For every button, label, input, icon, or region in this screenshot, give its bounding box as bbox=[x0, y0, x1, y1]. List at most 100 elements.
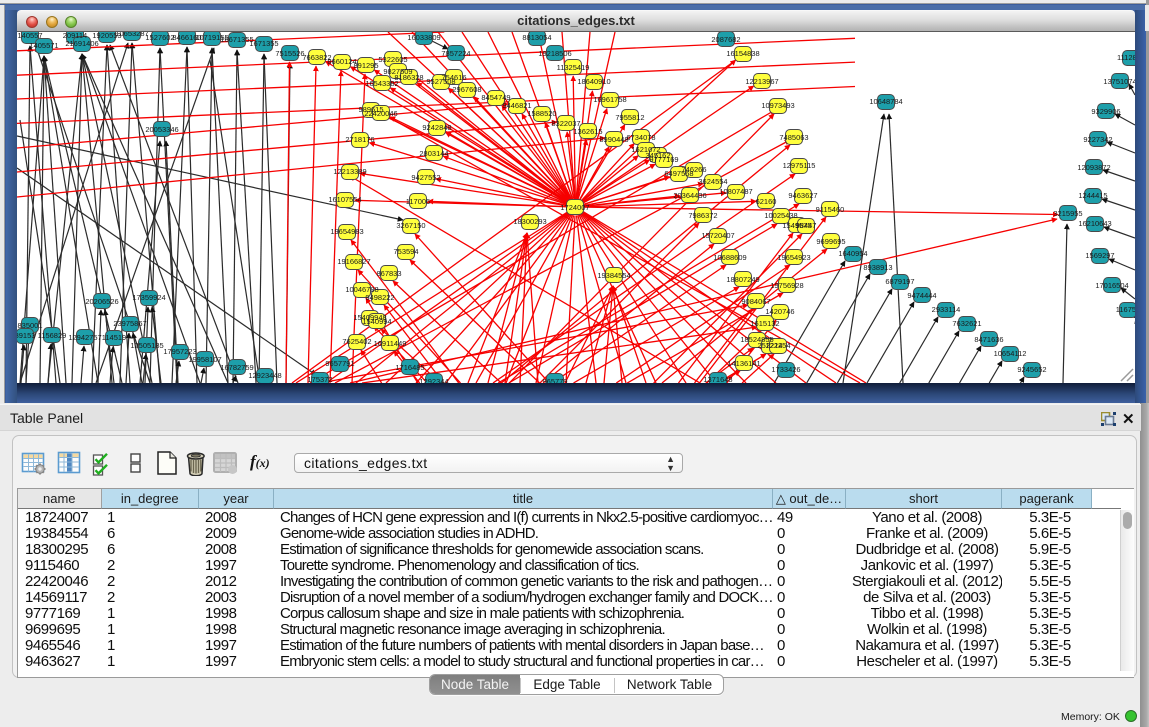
svg-text:8938913: 8938913 bbox=[863, 263, 892, 272]
svg-text:7515526: 7515526 bbox=[275, 49, 304, 58]
svg-text:19756928: 19756928 bbox=[770, 281, 803, 290]
svg-text:2933114: 2933114 bbox=[932, 305, 961, 314]
svg-text:2967608: 2967608 bbox=[452, 85, 481, 94]
svg-text:1405571: 1405571 bbox=[29, 41, 58, 50]
svg-text:8471636: 8471636 bbox=[974, 335, 1003, 344]
svg-text:12923448: 12923448 bbox=[248, 371, 281, 380]
svg-text:9115460: 9115460 bbox=[816, 205, 845, 214]
svg-text:16911449: 16911449 bbox=[374, 339, 407, 348]
svg-text:3267150: 3267150 bbox=[396, 221, 425, 230]
svg-text:20053346: 20053346 bbox=[145, 125, 178, 134]
svg-text:7955812: 7955812 bbox=[615, 113, 644, 122]
svg-text:8990448: 8990448 bbox=[599, 135, 628, 144]
svg-text:19166827: 19166827 bbox=[337, 257, 370, 266]
svg-text:17016504: 17016504 bbox=[1095, 281, 1128, 290]
svg-text:12213389: 12213389 bbox=[333, 167, 366, 176]
svg-text:891295: 891295 bbox=[353, 61, 378, 70]
svg-text:11325419: 11325419 bbox=[557, 63, 590, 72]
svg-text:14136141: 14136141 bbox=[727, 359, 760, 368]
svg-text:8660124: 8660124 bbox=[327, 57, 356, 66]
svg-text:2718176: 2718176 bbox=[345, 135, 374, 144]
svg-text:8186328: 8186328 bbox=[394, 73, 423, 82]
svg-text:18640910: 18640910 bbox=[577, 77, 610, 86]
svg-text:5322605: 5322605 bbox=[378, 55, 407, 64]
svg-text:1716485: 1716485 bbox=[395, 363, 424, 372]
svg-text:1588520: 1588520 bbox=[527, 109, 556, 118]
svg-text:19218506: 19218506 bbox=[538, 49, 571, 58]
svg-text:16033809: 16033809 bbox=[407, 33, 440, 42]
svg-text:867833: 867833 bbox=[376, 269, 401, 278]
svg-text:1671355: 1671355 bbox=[249, 39, 278, 48]
svg-text:12213967: 12213967 bbox=[745, 77, 778, 86]
svg-text:9329906: 9329906 bbox=[1091, 107, 1120, 116]
svg-text:9474444: 9474444 bbox=[907, 291, 936, 300]
svg-text:746266: 746266 bbox=[681, 165, 706, 174]
svg-text:10654112: 10654112 bbox=[994, 349, 1027, 358]
svg-text:9227342: 9227342 bbox=[1083, 135, 1112, 144]
svg-text:1112840: 1112840 bbox=[1117, 53, 1135, 62]
svg-text:22420046: 22420046 bbox=[364, 109, 397, 118]
svg-text:140557: 140557 bbox=[17, 32, 42, 40]
svg-text:7485063: 7485063 bbox=[779, 133, 808, 142]
svg-text:16107554: 16107554 bbox=[328, 195, 361, 204]
svg-text:1733426: 1733426 bbox=[771, 365, 800, 374]
svg-text:1527602: 1527602 bbox=[145, 33, 174, 42]
svg-text:20206526: 20206526 bbox=[85, 297, 118, 306]
svg-text:10025438: 10025438 bbox=[764, 211, 797, 220]
svg-text:1540994: 1540994 bbox=[362, 317, 391, 326]
svg-text:16210643: 16210643 bbox=[1078, 219, 1111, 228]
svg-text:19384554: 19384554 bbox=[597, 271, 630, 280]
svg-text:2087682: 2087682 bbox=[711, 35, 740, 44]
svg-text:9777169: 9777169 bbox=[649, 155, 678, 164]
svg-text:6879197: 6879197 bbox=[885, 277, 914, 286]
svg-text:1362615: 1362615 bbox=[573, 127, 602, 136]
svg-text:6734078: 6734078 bbox=[626, 133, 655, 142]
svg-text:10807487: 10807487 bbox=[719, 187, 752, 196]
svg-text:1420746: 1420746 bbox=[765, 307, 794, 316]
svg-text:19654983: 19654983 bbox=[330, 227, 363, 236]
svg-text:16961758: 16961758 bbox=[593, 95, 626, 104]
svg-text:12942757: 12942757 bbox=[68, 333, 101, 342]
svg-text:7986372: 7986372 bbox=[688, 211, 717, 220]
svg-text:10973493: 10973493 bbox=[761, 101, 794, 110]
svg-text:62160: 62160 bbox=[756, 197, 777, 206]
svg-text:835001: 835001 bbox=[17, 321, 42, 330]
svg-text:17359924: 17359924 bbox=[132, 293, 165, 302]
svg-text:98447: 98447 bbox=[796, 221, 817, 230]
svg-text:8813054: 8813054 bbox=[522, 33, 551, 42]
svg-text:9427552: 9427552 bbox=[411, 173, 440, 182]
svg-text:13751074: 13751074 bbox=[1103, 77, 1135, 86]
svg-text:965779: 965779 bbox=[542, 377, 567, 383]
svg-text:19654923: 19654923 bbox=[777, 253, 810, 262]
svg-text:12975115: 12975115 bbox=[783, 161, 816, 170]
svg-text:9242848: 9242848 bbox=[422, 123, 451, 132]
svg-text:9657791: 9657791 bbox=[325, 359, 354, 368]
svg-text:12093872: 12093872 bbox=[1077, 163, 1110, 172]
svg-text:16154838: 16154838 bbox=[726, 49, 759, 58]
svg-text:12505135: 12505135 bbox=[130, 341, 163, 350]
svg-text:3624554: 3624554 bbox=[698, 177, 727, 186]
svg-text:9699695: 9699695 bbox=[816, 237, 845, 246]
svg-text:114519: 114519 bbox=[102, 333, 126, 342]
svg-text:2803144: 2803144 bbox=[419, 149, 448, 158]
svg-text:122254: 122254 bbox=[765, 341, 790, 350]
svg-text:754616: 754616 bbox=[441, 73, 466, 82]
svg-text:753594: 753594 bbox=[393, 247, 418, 256]
svg-text:7857224: 7857224 bbox=[441, 49, 470, 58]
svg-text:18300293: 18300293 bbox=[513, 217, 546, 226]
svg-text:1615132: 1615132 bbox=[750, 319, 779, 328]
svg-text:9463627: 9463627 bbox=[788, 191, 817, 200]
svg-text:1640954: 1640954 bbox=[838, 249, 867, 258]
svg-text:1244415: 1244415 bbox=[1078, 191, 1107, 200]
svg-text:21691406: 21691406 bbox=[65, 39, 98, 48]
svg-text:1292344: 1292344 bbox=[419, 377, 448, 383]
svg-text:116753: 116753 bbox=[1116, 305, 1135, 314]
svg-text:117006: 117006 bbox=[406, 197, 430, 206]
svg-text:15720407: 15720407 bbox=[701, 231, 734, 240]
svg-text:18807249: 18807249 bbox=[726, 275, 759, 284]
svg-text:23975867: 23975867 bbox=[113, 319, 146, 328]
svg-text:19958107: 19958107 bbox=[188, 355, 221, 364]
svg-text:3215955: 3215955 bbox=[1053, 209, 1082, 218]
svg-text:1724007: 1724007 bbox=[560, 203, 589, 212]
svg-text:9084067: 9084067 bbox=[741, 297, 770, 306]
